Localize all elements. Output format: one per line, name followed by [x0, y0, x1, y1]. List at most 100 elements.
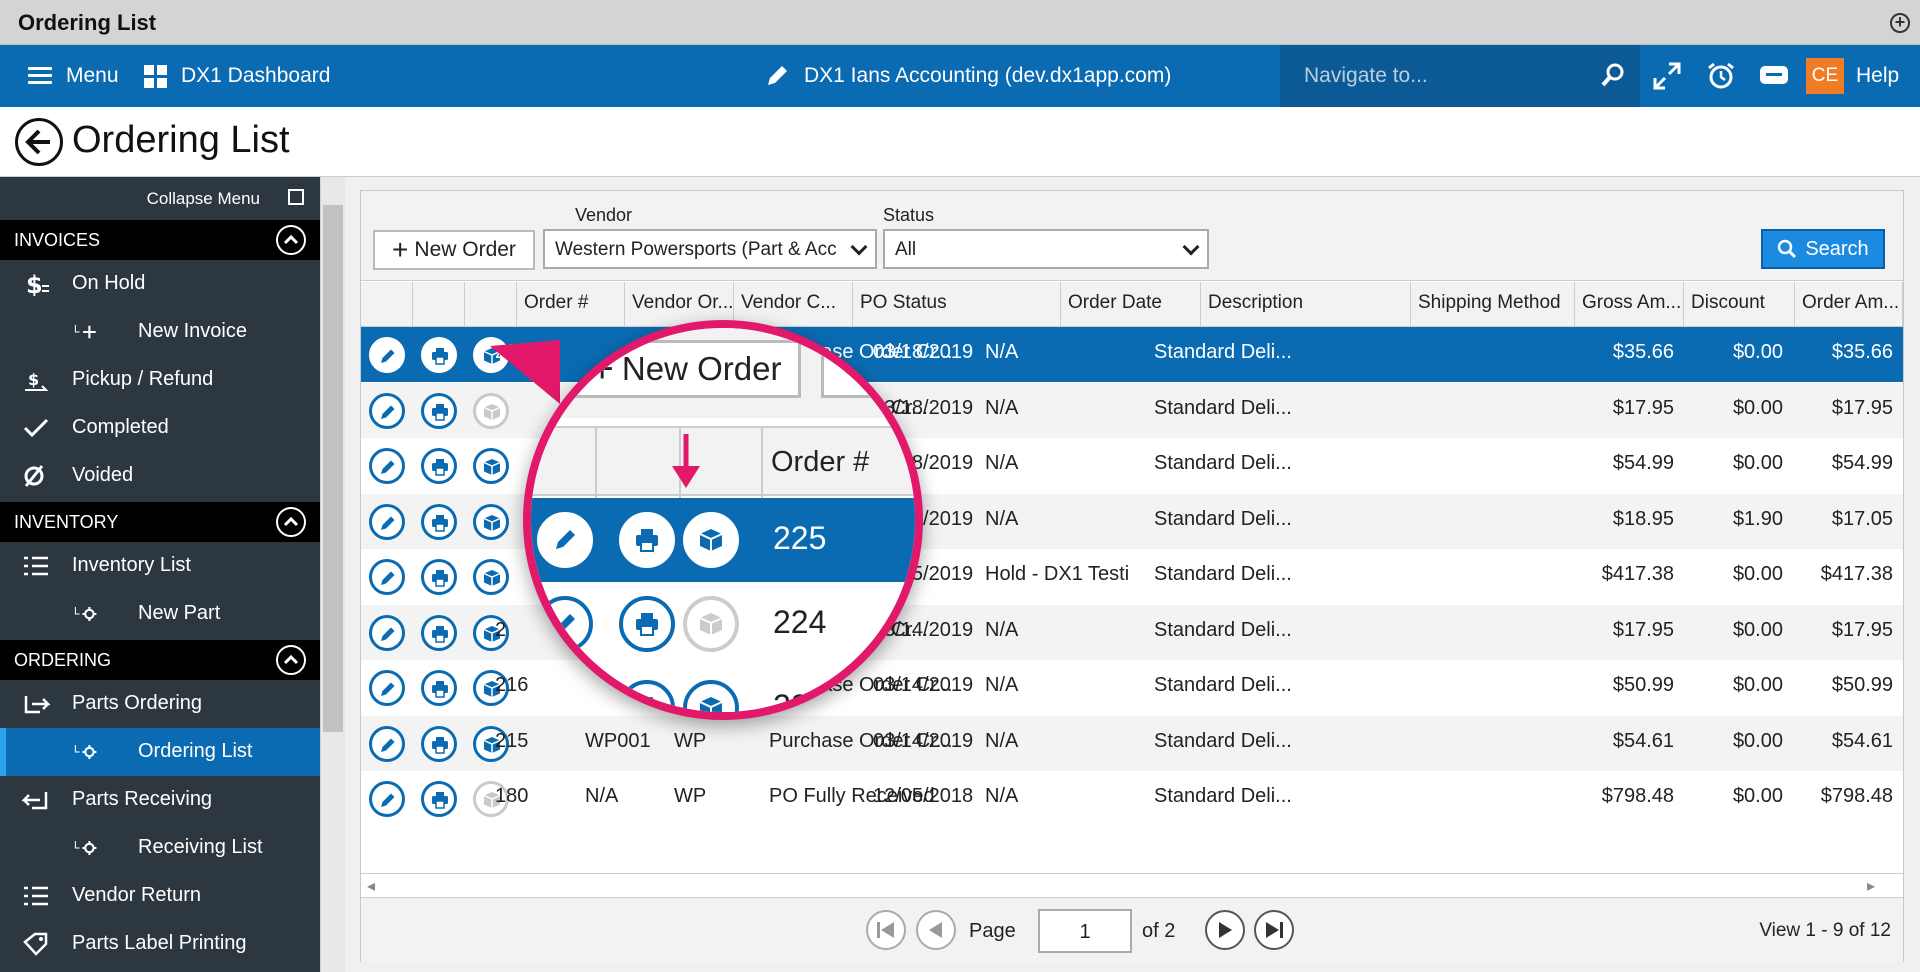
- print-order-icon[interactable]: [421, 503, 457, 540]
- zoom-row-225: 225: [531, 498, 915, 582]
- zoom-new-order-button: + New Order: [571, 340, 801, 398]
- prev-page-button[interactable]: [916, 910, 956, 950]
- zoom-order-number: 224: [773, 604, 827, 640]
- zoom-receive-icon: [683, 680, 739, 712]
- sidebar-item-voided[interactable]: Voided: [0, 452, 320, 500]
- print-order-icon[interactable]: [421, 559, 457, 595]
- column-header[interactable]: Order Date: [1061, 282, 1201, 327]
- print-order-icon[interactable]: [421, 614, 457, 651]
- print-order-icon[interactable]: [421, 448, 457, 484]
- menu-button[interactable]: Menu: [28, 45, 119, 107]
- new-order-label: New Order: [414, 238, 516, 261]
- vendor-select[interactable]: Western Powersports (Part & Acc: [543, 229, 877, 269]
- sidebar-item-parts-label-printing[interactable]: Parts Label Printing: [0, 920, 320, 968]
- dollar-icon: $: [26, 272, 49, 296]
- table-row[interactable]: 215 WP001 WP Purchase Order Cr... 03/14/2019…: [361, 715, 1903, 771]
- chevron-up-icon: [276, 645, 306, 675]
- edit-order-icon[interactable]: [369, 670, 405, 706]
- column-header[interactable]: PO Status: [853, 282, 1061, 327]
- cell-discount: $0.00: [1732, 674, 1783, 696]
- collapse-menu-button[interactable]: Collapse Menu: [0, 177, 320, 220]
- sidebar-item-on-hold[interactable]: $ On Hold: [0, 260, 320, 308]
- export-icon: [24, 696, 50, 714]
- sidebar-item-parts-receiving[interactable]: Parts Receiving: [0, 776, 320, 824]
- sidebar-scrollbar[interactable]: [320, 177, 345, 972]
- fullscreen-button[interactable]: [1652, 45, 1682, 107]
- edit-order-icon[interactable]: [369, 725, 405, 762]
- cell-ship: Standard Deli...: [1154, 396, 1292, 419]
- column-header[interactable]: Shipping Method: [1411, 282, 1575, 327]
- messages-button[interactable]: [1758, 45, 1790, 107]
- list-icon: [24, 556, 48, 576]
- scroll-right-icon[interactable]: ▸: [1867, 876, 1875, 896]
- edit-order-icon[interactable]: [369, 392, 405, 429]
- column-header[interactable]: Order Am...: [1795, 282, 1903, 327]
- print-order-icon[interactable]: [421, 392, 457, 429]
- edit-order-icon[interactable]: [369, 503, 405, 540]
- column-header[interactable]: Order #: [517, 282, 625, 327]
- table-row[interactable]: 180 N/A WP PO Fully Received 12/05/2018 N/A St…: [361, 771, 1903, 826]
- hamburger-icon: [28, 67, 52, 85]
- status-select[interactable]: All: [883, 229, 1209, 269]
- sidebar-item-completed[interactable]: Completed: [0, 404, 320, 452]
- column-header[interactable]: Discount: [1684, 282, 1795, 327]
- account-switcher[interactable]: DX1 Ians Accounting (dev.dx1app.com): [764, 45, 1171, 107]
- search-icon[interactable]: [1600, 62, 1626, 88]
- add-icon: [74, 325, 96, 339]
- column-header[interactable]: Description: [1201, 282, 1411, 327]
- scroll-left-icon[interactable]: ◂: [367, 876, 375, 896]
- cell-discount: $1.90: [1732, 507, 1783, 530]
- back-button[interactable]: [15, 118, 63, 166]
- dashboard-button[interactable]: DX1 Dashboard: [144, 45, 330, 107]
- sidebar-item-inventory-list[interactable]: Inventory List: [0, 542, 320, 590]
- sidebar-item-new-invoice[interactable]: New Invoice: [0, 308, 320, 356]
- page-title: Ordering List: [72, 119, 290, 161]
- new-order-button[interactable]: + New Order: [373, 230, 535, 270]
- sidebar-item-parts-ordering[interactable]: Parts Ordering: [0, 680, 320, 728]
- page-header: Ordering List: [0, 107, 1920, 177]
- navigate-input[interactable]: [1304, 61, 1594, 91]
- column-header[interactable]: Vendor C...: [734, 282, 853, 327]
- help-link[interactable]: Help: [1856, 45, 1899, 107]
- first-page-button[interactable]: [866, 910, 906, 950]
- sidebar-item-receiving-list[interactable]: Receiving List: [0, 824, 320, 872]
- cell-discount: $0.00: [1732, 729, 1783, 752]
- edit-order-icon[interactable]: [369, 614, 405, 651]
- receive-order-icon[interactable]: [473, 559, 509, 595]
- status-label: Status: [883, 205, 935, 225]
- collapse-menu-label: Collapse Menu: [146, 189, 260, 208]
- section-ordering[interactable]: ORDERING: [0, 640, 320, 680]
- cell-ship: Standard Deli...: [1154, 785, 1292, 807]
- cell-amount: $17.95: [1831, 396, 1893, 419]
- column-header[interactable]: Gross Am...: [1575, 282, 1684, 327]
- edit-order-icon[interactable]: [369, 448, 405, 484]
- section-invoices[interactable]: INVOICES: [0, 220, 320, 260]
- edit-order-icon[interactable]: [369, 559, 405, 595]
- sidebar-item-ordering-list[interactable]: Ordering List: [0, 728, 320, 776]
- horizontal-scrollbar[interactable]: ◂ ▸: [361, 873, 1903, 897]
- next-page-button[interactable]: [1205, 910, 1245, 950]
- sidebar-item-pickup-refund[interactable]: $ Pickup / Refund: [0, 356, 320, 404]
- edit-order-icon[interactable]: [369, 781, 405, 817]
- sidebar-item-vendor-return[interactable]: Vendor Return: [0, 872, 320, 920]
- window-add-icon[interactable]: +: [1890, 13, 1910, 33]
- sidebar-item-new-part[interactable]: New Part: [0, 590, 320, 638]
- last-page-button[interactable]: [1254, 910, 1294, 950]
- receive-order-icon[interactable]: [473, 503, 509, 540]
- collapse-icon: [288, 189, 304, 205]
- alarm-button[interactable]: [1706, 45, 1736, 107]
- sidebar-scroll-thumb[interactable]: [323, 205, 343, 732]
- print-order-icon[interactable]: [421, 725, 457, 762]
- print-order-icon[interactable]: [421, 781, 457, 817]
- page-number-input[interactable]: 1: [1038, 909, 1132, 953]
- edit-order-icon[interactable]: [369, 337, 405, 373]
- cell-discount: $0.00: [1732, 452, 1783, 474]
- section-inventory[interactable]: INVENTORY: [0, 502, 320, 542]
- list-icon: [24, 886, 48, 906]
- search-button[interactable]: Search: [1761, 229, 1885, 269]
- receive-order-icon[interactable]: [473, 448, 509, 484]
- print-order-icon[interactable]: [421, 670, 457, 706]
- navigate-search: [1280, 45, 1640, 107]
- print-order-icon[interactable]: [421, 337, 457, 373]
- user-menu[interactable]: CE: [1806, 45, 1844, 107]
